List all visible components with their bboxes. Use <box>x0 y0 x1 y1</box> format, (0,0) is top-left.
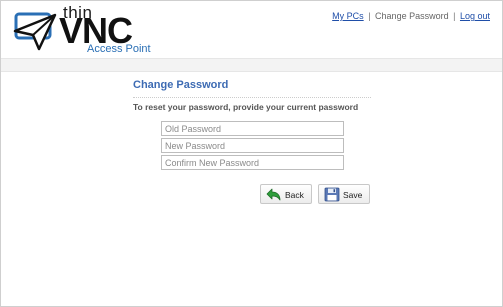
my-pcs-link[interactable]: My PCs <box>332 11 364 21</box>
top-navigation: My PCs | Change Password | Log out <box>332 11 490 21</box>
header-band <box>1 58 502 72</box>
nav-separator: | <box>368 11 371 21</box>
confirm-password-field[interactable] <box>161 155 344 170</box>
header: thin VNC Access Point My PCs | Change Pa… <box>1 1 502 58</box>
logo-subtitle: Access Point <box>87 43 151 55</box>
save-button[interactable]: Save <box>318 184 370 204</box>
new-password-field[interactable] <box>161 138 344 153</box>
old-password-field[interactable] <box>161 121 344 136</box>
back-button[interactable]: Back <box>260 184 312 204</box>
thinvnc-logo: thin VNC Access Point <box>13 3 153 55</box>
floppy-disk-icon <box>324 187 340 202</box>
nav-current-page: Change Password <box>375 11 449 21</box>
title-divider <box>133 97 371 98</box>
form-instruction: To reset your password, provide your cur… <box>133 102 359 112</box>
paper-plane-icon <box>13 12 57 51</box>
back-button-label: Back <box>285 190 304 200</box>
form-title: Change Password <box>133 79 229 91</box>
logout-link[interactable]: Log out <box>460 11 490 21</box>
nav-separator: | <box>453 11 456 21</box>
save-button-label: Save <box>343 190 363 200</box>
back-arrow-icon <box>266 188 281 201</box>
app-frame: thin VNC Access Point My PCs | Change Pa… <box>0 0 503 307</box>
